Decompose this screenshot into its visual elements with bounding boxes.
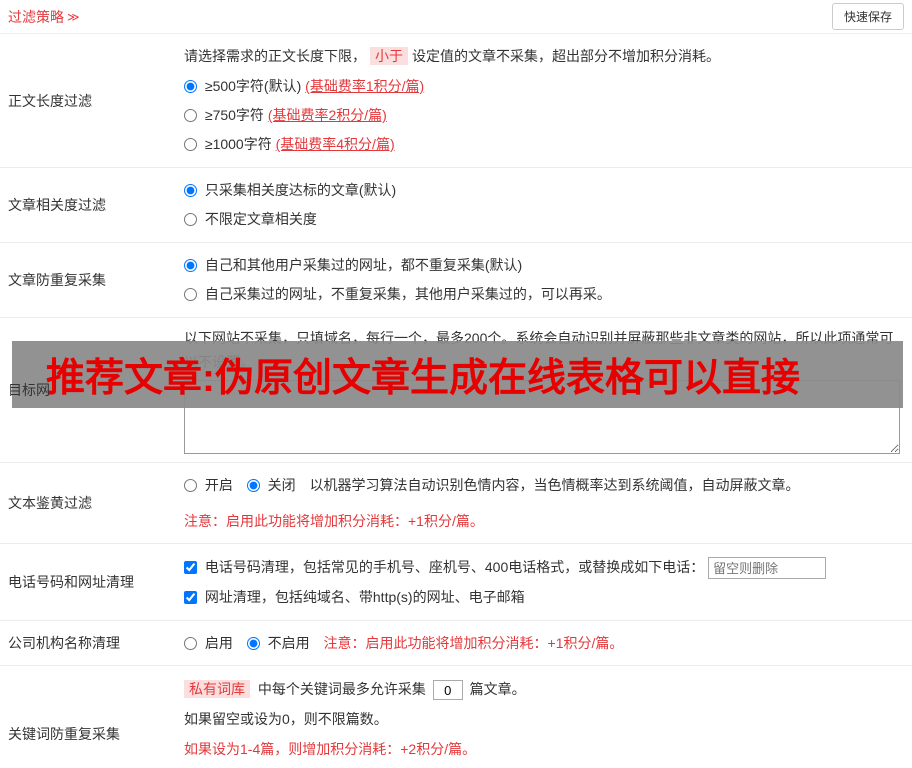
filter-strategy-toggle[interactable]: 过滤策略 ≫ [8,7,80,27]
checkbox-phone-clean-input[interactable] [184,561,197,574]
radio-dedupe-self-input[interactable] [184,288,197,301]
fee-note: (基础费率2积分/篇) [267,107,387,123]
radio-dedupe-self[interactable]: 自己采集过的网址，不重复采集，其他用户采集过的，可以再采。 [184,280,904,309]
radio-relevance-any[interactable]: 不限定文章相关度 [184,205,904,234]
radio-relevance-strict[interactable]: 只采集相关度达标的文章(默认) [184,176,904,205]
radio-company-enable[interactable]: 启用 [184,635,237,651]
radio-porn-off-input[interactable] [246,479,260,492]
row-company-clean: 公司机构名称清理 启用 不启用 注意：启用此功能将增加积分消耗：+1积分/篇。 [0,621,912,666]
private-lexicon-tag: 私有词库 [184,680,250,698]
checkbox-phone-clean[interactable]: 电话号码清理，包括常见的手机号、座机号、400电话格式，或替换成如下电话： [184,559,708,575]
row-relevance-filter: 文章相关度过滤 只采集相关度达标的文章(默认) 不限定文章相关度 [0,168,912,243]
row-label-company: 公司机构名称清理 [8,635,120,651]
radio-relevance-any-input[interactable] [184,213,197,226]
row-porn-filter: 文本鉴黄过滤 开启 关闭 以机器学习算法自动识别色情内容，当色情概率达到系统阈值… [0,463,912,544]
radio-dedupe-global[interactable]: 自己和其他用户采集过的网址，都不重复采集(默认) [184,251,904,280]
radio-porn-off[interactable]: 关闭 [246,477,300,493]
radio-length-500-input[interactable] [184,80,197,93]
company-cost-note: 注意：启用此功能将增加积分消耗：+1积分/篇。 [323,635,624,651]
radio-relevance-strict-input[interactable] [184,184,197,197]
row-label-exclude: 目标网 [8,382,50,398]
row-keyword-dedupe: 关键词防重复采集 私有词库 中每个关键词最多允许采集 篇文章。 如果留空或设为0… [0,666,912,768]
quick-save-button[interactable]: 快速保存 [831,3,904,30]
keyword-note-zero: 如果留空或设为0，则不限篇数。 [184,711,388,727]
porn-cost-note: 注意：启用此功能将增加积分消耗：+1积分/篇。 [184,513,484,529]
row-label-relevance: 文章相关度过滤 [8,197,106,213]
highlight-term: 小于 [370,47,408,65]
checkbox-url-clean-input[interactable] [184,591,197,604]
row-label-length: 正文长度过滤 [8,92,92,109]
replace-phone-input[interactable] [708,557,827,580]
row-length-filter: 正文长度过滤 请选择需求的正文长度下限， 小于 设定值的文章不采集，超出部分不增加积… [0,34,912,168]
checkbox-url-clean[interactable]: 网址清理，包括纯域名、带http(s)的网址、电子邮箱 [184,589,525,605]
radio-length-500[interactable]: ≥500字符(默认) (基础费率1积分/篇) [184,72,904,101]
radio-company-disable[interactable]: 不启用 [246,635,314,651]
keyword-count-input[interactable] [432,680,463,701]
radio-porn-on-input[interactable] [184,479,197,492]
radio-porn-on[interactable]: 开启 [184,477,237,493]
keyword-note-cost: 如果设为1-4篇，则增加积分消耗：+2积分/篇。 [184,741,477,757]
radio-company-enable-input[interactable] [184,637,197,650]
chevron-down-icon: ≫ [67,9,80,24]
radio-length-750[interactable]: ≥750字符 (基础费率2积分/篇) [184,101,904,130]
row-label-porn: 文本鉴黄过滤 [8,495,92,511]
row-label-dedupe: 文章防重复采集 [8,272,106,288]
row-dedupe-filter: 文章防重复采集 自己和其他用户采集过的网址，都不重复采集(默认) 自己采集过的网… [0,243,912,318]
radio-length-1000[interactable]: ≥1000字符 (基础费率4积分/篇) [184,130,904,159]
row-label-phone: 电话号码和网址清理 [8,574,134,590]
row-phone-url-clean: 电话号码和网址清理 电话号码清理，包括常见的手机号、座机号、400电话格式，或替… [0,544,912,621]
radio-length-1000-input[interactable] [184,138,197,151]
length-intro: 请选择需求的正文长度下限， 小于 设定值的文章不采集，超出部分不增加积分消耗。 [184,47,720,65]
fee-note: (基础费率1积分/篇) [305,78,425,94]
page-header: 过滤策略 ≫ 快速保存 [0,0,912,34]
fee-note: (基础费率4积分/篇) [275,136,395,152]
radio-dedupe-global-input[interactable] [184,259,197,272]
porn-desc: 以机器学习算法自动识别色情内容，当色情概率达到系统阈值，自动屏蔽文章。 [309,477,800,493]
page-title: 过滤策略 [8,8,64,25]
radio-company-disable-input[interactable] [246,637,260,650]
radio-length-750-input[interactable] [184,109,197,122]
row-label-keyword: 关键词防重复采集 [8,726,120,742]
